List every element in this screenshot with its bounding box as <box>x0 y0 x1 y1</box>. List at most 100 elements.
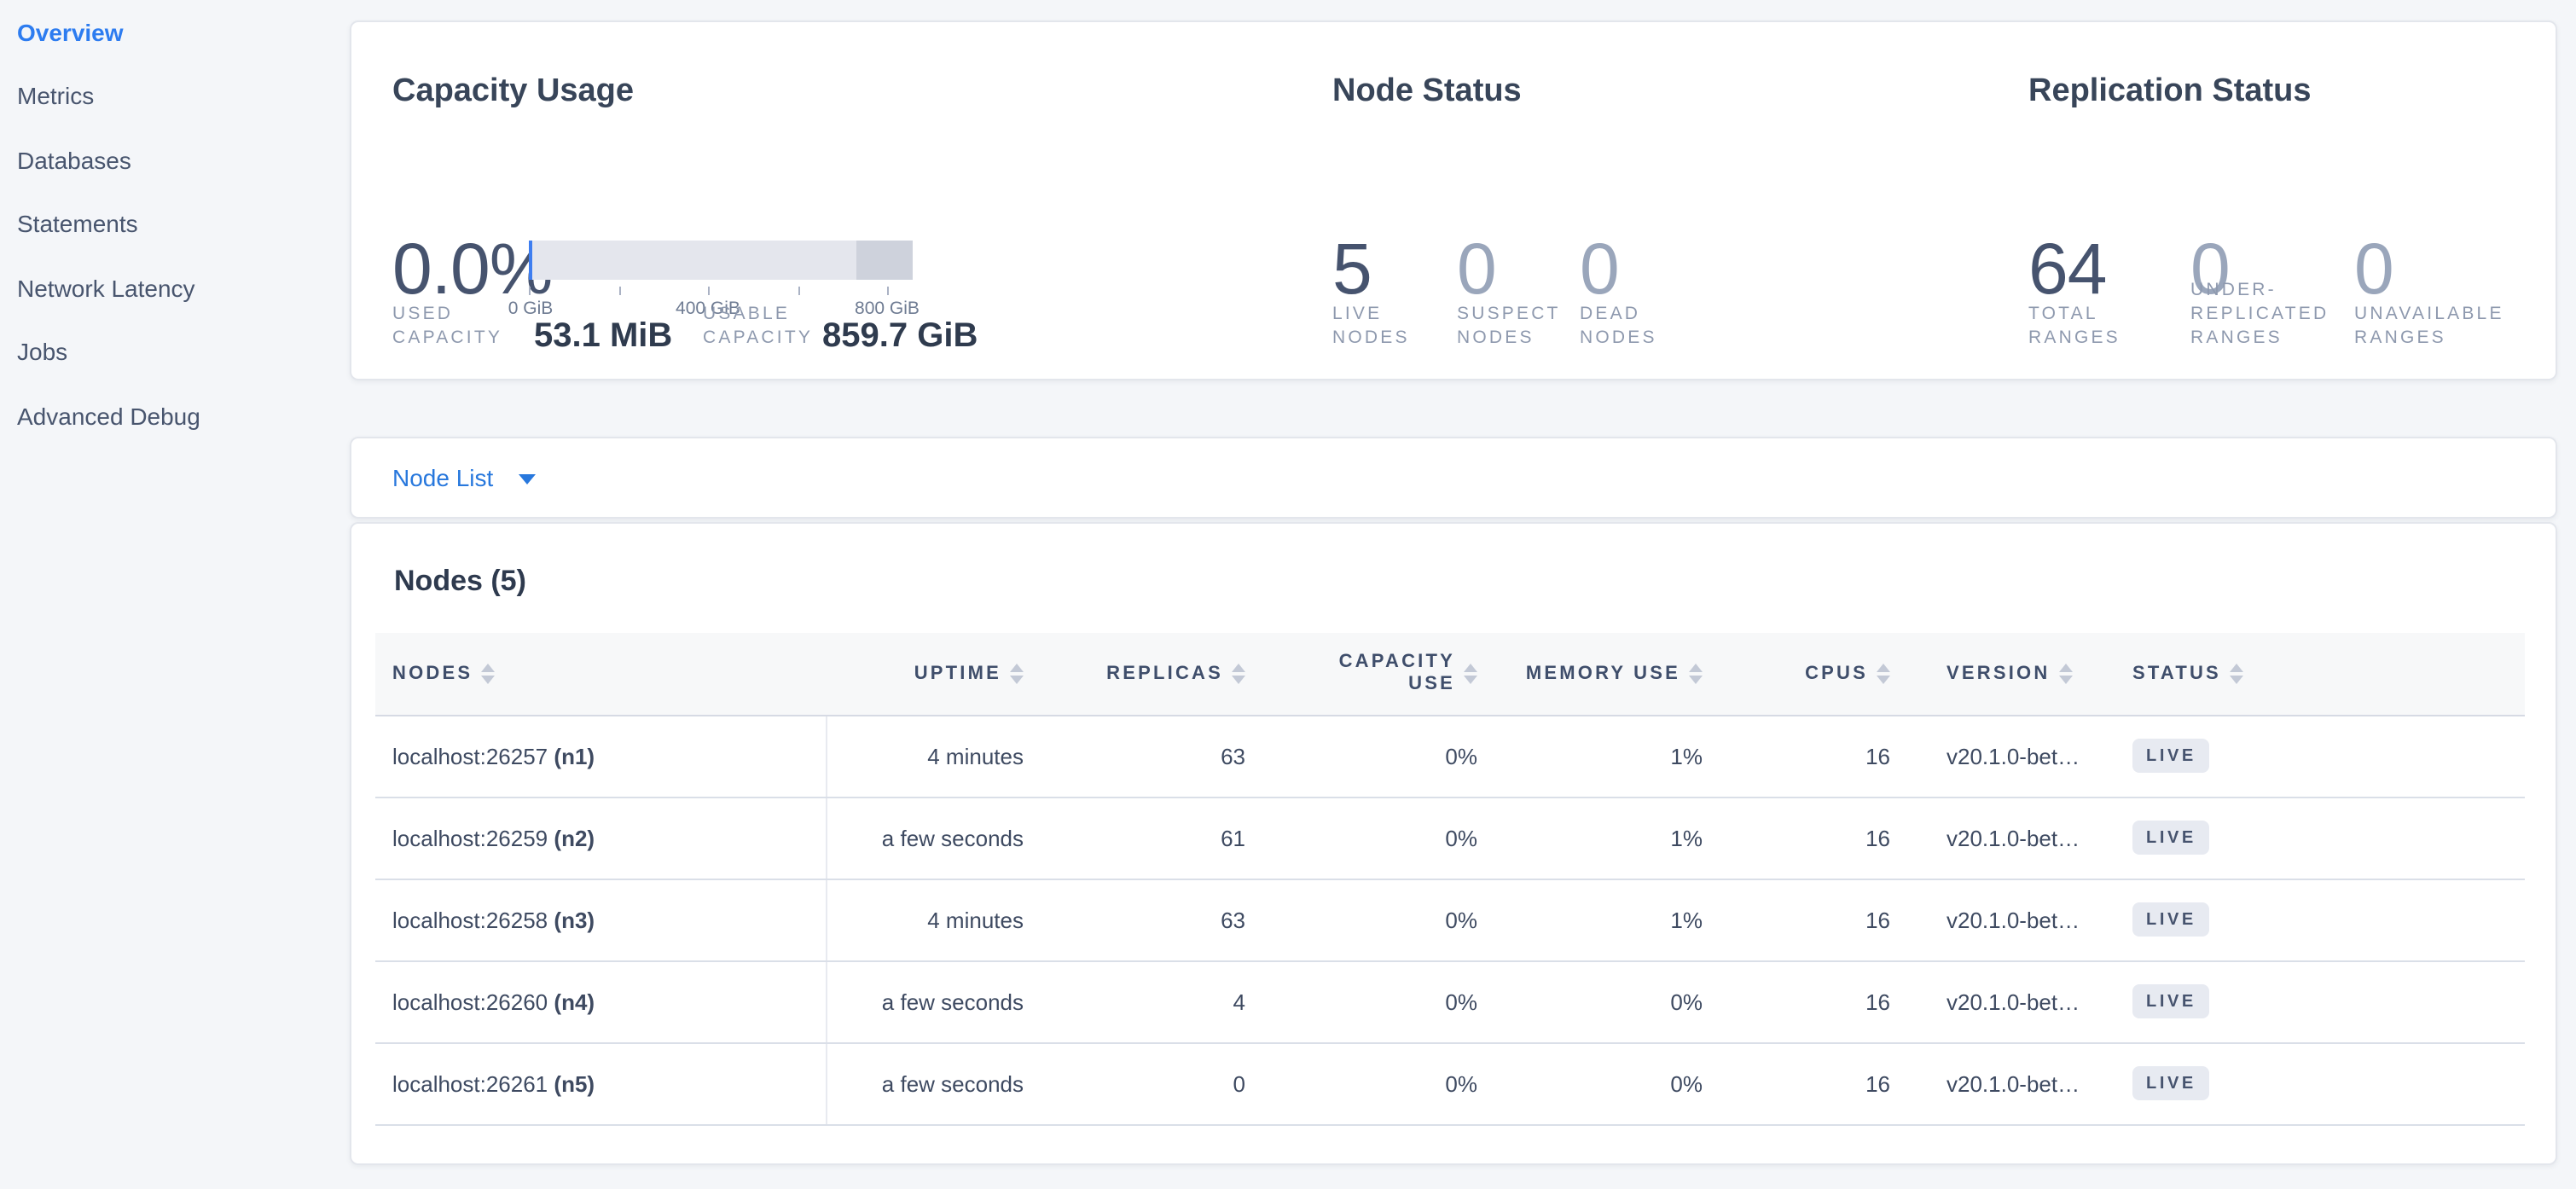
usable-capacity-value: 859.7 GiB <box>822 316 978 357</box>
uptime-cell: 4 minutes <box>826 879 1027 960</box>
column-label: VERSION <box>1947 664 2050 684</box>
sort-icon[interactable] <box>1689 664 1703 684</box>
sidebar-item-jobs[interactable]: Jobs <box>0 320 350 384</box>
node-id: (n3) <box>554 907 595 932</box>
sort-icon[interactable] <box>1877 664 1890 684</box>
column-header-version[interactable]: VERSION <box>1894 633 2124 715</box>
column-header-replicas[interactable]: REPLICAS <box>1027 633 1249 715</box>
spacer-cell <box>2329 715 2525 797</box>
status-cell: LIVE <box>2124 879 2329 960</box>
node-list-dropdown-label: Node List <box>392 464 493 491</box>
sort-icon[interactable] <box>1232 664 1245 684</box>
sort-icon[interactable] <box>481 664 495 684</box>
node-id: (n2) <box>554 825 595 850</box>
node-address: localhost:26260 <box>392 989 548 1014</box>
under-replicated-ranges-label: UNDER-REPLICATED RANGES <box>2190 278 2347 350</box>
replicas-cell: 4 <box>1027 960 1249 1042</box>
node-address: localhost:26259 <box>392 825 548 850</box>
column-header-nodes[interactable]: NODES <box>375 633 826 715</box>
capacity-bar <box>529 241 913 280</box>
live-nodes-value: 5 <box>1332 230 1372 309</box>
sidebar-item-metrics[interactable]: Metrics <box>0 64 350 128</box>
table-row: localhost:26258 (n3) 4 minutes 63 0% 1% … <box>375 879 2525 960</box>
cpus-cell: 16 <box>1706 797 1894 879</box>
capacity-bar-used-segment <box>529 241 532 280</box>
node-address: localhost:26261 <box>392 1070 548 1096</box>
column-label: STATUS <box>2132 664 2221 684</box>
used-capacity-value: 53.1 MiB <box>534 316 672 357</box>
replicas-cell: 61 <box>1027 797 1249 879</box>
uptime-cell: a few seconds <box>826 1042 1027 1124</box>
sidebar-item-overview[interactable]: Overview <box>0 0 350 64</box>
node-id: (n1) <box>554 743 595 768</box>
node-address-cell[interactable]: localhost:26259 (n2) <box>375 797 826 879</box>
live-nodes-label: LIVE NODES <box>1332 302 1442 350</box>
sidebar-item-statements[interactable]: Statements <box>0 192 350 256</box>
node-address-cell[interactable]: localhost:26257 (n1) <box>375 715 826 797</box>
node-status-title: Node Status <box>1332 73 1522 111</box>
spacer-cell <box>2329 879 2525 960</box>
node-list-dropdown[interactable]: Node List <box>392 464 536 491</box>
sort-icon[interactable] <box>1464 664 1477 684</box>
unavailable-ranges-label: UNAVAILABLE RANGES <box>2354 302 2518 350</box>
nodes-table-title: Nodes (5) <box>394 565 526 599</box>
memory-use-cell: 0% <box>1481 1042 1706 1124</box>
spacer-cell <box>2329 960 2525 1042</box>
overview-page: Overview Metrics Databases Statements Ne… <box>0 0 2576 1189</box>
axis-tick <box>887 287 889 295</box>
capacity-usage-title: Capacity Usage <box>392 73 634 111</box>
total-ranges-value: 64 <box>2028 230 2106 309</box>
status-badge: LIVE <box>2132 1066 2210 1100</box>
version-cell: v20.1.0-bet… <box>1894 715 2124 797</box>
version-cell: v20.1.0-bet… <box>1894 879 2124 960</box>
sidebar: Overview Metrics Databases Statements Ne… <box>0 0 350 1189</box>
node-id: (n4) <box>554 989 595 1014</box>
usable-capacity-label: USABLE CAPACITY <box>703 302 839 350</box>
spacer-cell <box>2329 1042 2525 1124</box>
status-cell: LIVE <box>2124 797 2329 879</box>
memory-use-cell: 1% <box>1481 715 1706 797</box>
capacity-use-cell: 0% <box>1249 1042 1481 1124</box>
sidebar-item-databases[interactable]: Databases <box>0 128 350 192</box>
version-cell: v20.1.0-bet… <box>1894 797 2124 879</box>
status-badge: LIVE <box>2132 821 2210 855</box>
column-header-uptime[interactable]: UPTIME <box>826 633 1027 715</box>
column-header-memory-use[interactable]: MEMORY USE <box>1481 633 1706 715</box>
node-address-cell[interactable]: localhost:26260 (n4) <box>375 960 826 1042</box>
node-address-cell[interactable]: localhost:26258 (n3) <box>375 879 826 960</box>
table-row: localhost:26257 (n1) 4 minutes 63 0% 1% … <box>375 715 2525 797</box>
column-header-cpus[interactable]: CPUS <box>1706 633 1894 715</box>
sidebar-item-advanced-debug[interactable]: Advanced Debug <box>0 384 350 448</box>
status-cell: LIVE <box>2124 1042 2329 1124</box>
sidebar-item-network-latency[interactable]: Network Latency <box>0 256 350 320</box>
chevron-down-icon <box>519 474 536 484</box>
version-cell: v20.1.0-bet… <box>1894 1042 2124 1124</box>
sort-icon[interactable] <box>2230 664 2243 684</box>
status-cell: LIVE <box>2124 715 2329 797</box>
capacity-use-cell: 0% <box>1249 715 1481 797</box>
sort-icon[interactable] <box>1010 664 1024 684</box>
uptime-cell: 4 minutes <box>826 715 1027 797</box>
dead-nodes-label: DEAD NODES <box>1580 302 1689 350</box>
memory-use-cell: 0% <box>1481 960 1706 1042</box>
axis-tick <box>618 287 620 295</box>
column-label: MEMORY USE <box>1526 664 1680 684</box>
uptime-cell: a few seconds <box>826 797 1027 879</box>
nodes-table: NODES UPTIME REPLICAS <box>375 633 2525 1125</box>
table-row: localhost:26259 (n2) a few seconds 61 0%… <box>375 797 2525 879</box>
version-cell: v20.1.0-bet… <box>1894 960 2124 1042</box>
node-address-cell[interactable]: localhost:26261 (n5) <box>375 1042 826 1124</box>
cluster-summary-card: Capacity Usage 0.0% 0 GiB 400 GiB 800 Gi… <box>350 20 2557 380</box>
column-header-spacer <box>2329 633 2525 715</box>
column-label: UPTIME <box>914 664 1001 684</box>
nodes-card: Nodes (5) NODES UPTIME <box>350 522 2557 1165</box>
status-cell: LIVE <box>2124 960 2329 1042</box>
spacer-cell <box>2329 797 2525 879</box>
table-row: localhost:26261 (n5) a few seconds 0 0% … <box>375 1042 2525 1124</box>
column-header-capacity-use[interactable]: CAPACITY USE <box>1249 633 1481 715</box>
column-header-status[interactable]: STATUS <box>2124 633 2329 715</box>
cpus-cell: 16 <box>1706 1042 1894 1124</box>
column-label: CAPACITY USE <box>1329 652 1455 696</box>
sort-icon[interactable] <box>2058 664 2072 684</box>
replication-status-title: Replication Status <box>2028 73 2312 111</box>
